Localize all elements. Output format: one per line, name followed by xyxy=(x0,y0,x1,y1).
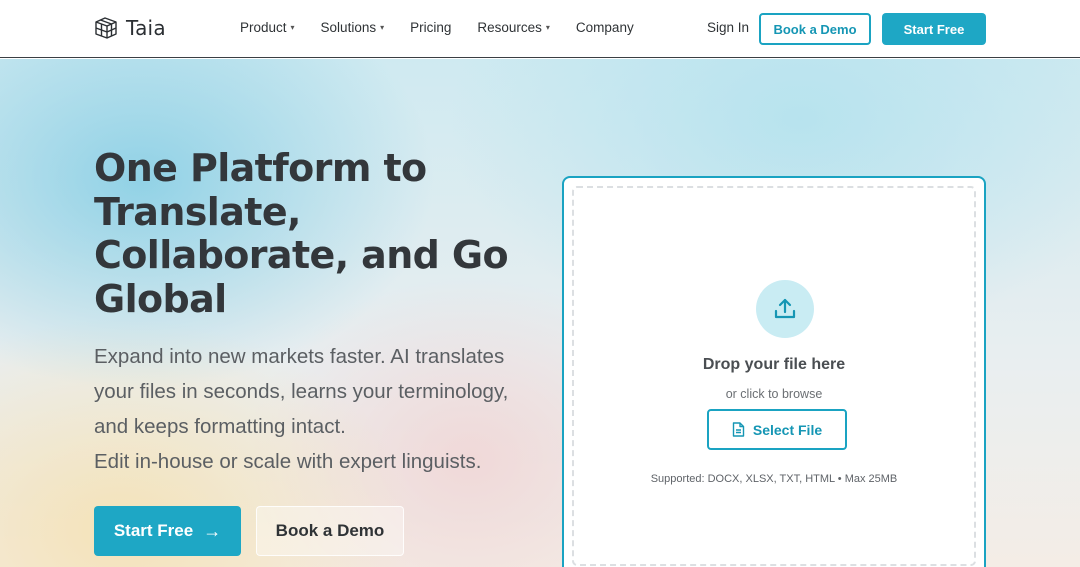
caret-down-icon: ▾ xyxy=(545,23,550,32)
nav-item-solutions[interactable]: Solutions ▾ xyxy=(321,20,385,35)
top-navbar: Taia Product ▾ Solutions ▾ Pricing Resou… xyxy=(0,0,1080,58)
brand-name: Taia xyxy=(126,16,166,40)
cube-logo-icon xyxy=(95,17,117,39)
nav-item-resources[interactable]: Resources ▾ xyxy=(477,20,550,35)
select-file-label: Select File xyxy=(752,421,823,438)
upload-card: Drop your file here or click to browse S… xyxy=(562,176,986,567)
nav-item-company[interactable]: Company xyxy=(576,20,634,35)
nav-item-label: Resources xyxy=(477,20,542,35)
nav-item-pricing[interactable]: Pricing xyxy=(410,20,451,35)
hero-section: One Platform to Translate, Collaborate, … xyxy=(0,59,1080,567)
caret-down-icon: ▾ xyxy=(380,23,385,32)
nav-item-label: Solutions xyxy=(320,20,377,35)
nav-item-product[interactable]: Product ▾ xyxy=(240,20,295,35)
hero-subtitle-line1: Expand into new markets faster. AI trans… xyxy=(94,345,509,438)
select-file-button[interactable]: Select File xyxy=(707,409,847,450)
file-dropzone[interactable]: Drop your file here or click to browse S… xyxy=(572,186,976,566)
hero-subtitle-line2: Edit in-house or scale with expert lingu… xyxy=(94,450,482,473)
supported-formats-text: Supported: DOCX, XLSX, TXT, HTML • Max 2… xyxy=(650,473,898,485)
nav-item-label: Pricing xyxy=(410,20,452,35)
file-icon xyxy=(732,422,745,437)
nav-item-label: Company xyxy=(575,20,634,35)
caret-down-icon: ▾ xyxy=(290,23,295,32)
hero-headline: One Platform to Translate, Collaborate, … xyxy=(94,146,509,321)
nav-item-label: Product xyxy=(240,20,287,35)
book-demo-hero-button[interactable]: Book a Demo xyxy=(256,506,404,556)
main-menu: Product ▾ Solutions ▾ Pricing Resources … xyxy=(240,20,634,35)
start-free-label: Start Free xyxy=(113,521,194,540)
upload-icon xyxy=(774,298,796,319)
drop-subtitle: or click to browse xyxy=(725,387,823,401)
book-demo-nav-button[interactable]: Book a Demo xyxy=(759,13,871,45)
upload-icon-circle xyxy=(756,280,814,338)
sign-in-link[interactable]: Sign In xyxy=(707,20,749,35)
hero-subtitle: Expand into new markets faster. AI trans… xyxy=(94,339,534,479)
drop-title: Drop your file here xyxy=(702,356,846,373)
arrow-right-icon: → xyxy=(203,520,222,541)
start-free-hero-button[interactable]: Start Free → xyxy=(94,506,241,556)
start-free-nav-button[interactable]: Start Free xyxy=(882,13,986,45)
brand-logo[interactable]: Taia xyxy=(92,14,166,42)
